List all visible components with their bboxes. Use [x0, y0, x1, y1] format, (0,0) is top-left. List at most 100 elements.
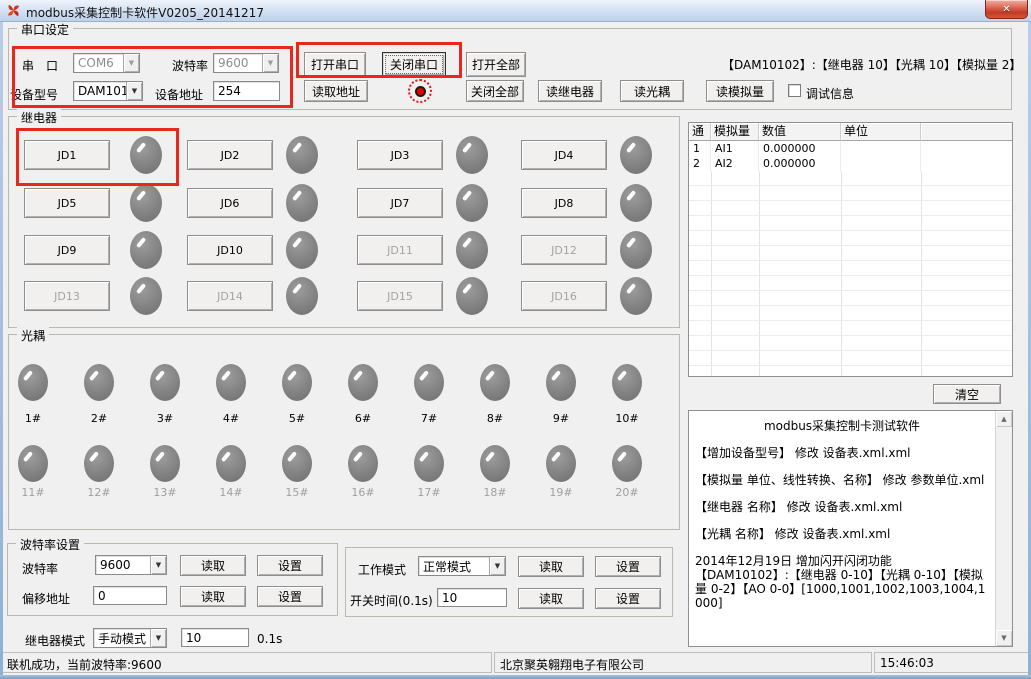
opto-indicator-13	[150, 445, 180, 482]
relay-button-jd2[interactable]: JD2	[187, 140, 273, 170]
table-header-value[interactable]: 数值	[759, 123, 841, 141]
relay-indicator-12	[620, 231, 652, 269]
switch-time-read-button[interactable]: 读取	[518, 588, 584, 609]
log-line: 【增加设备型号】 修改 设备表.xml.xml	[695, 446, 989, 460]
cell-extra	[921, 156, 1012, 171]
relay-button-jd1[interactable]: JD1	[24, 140, 110, 170]
relay-indicator-5	[130, 184, 162, 222]
relay-button-jd16: JD16	[521, 281, 607, 311]
title-bar[interactable]: modbus采集控制卡软件V0205_20141217 ✕	[0, 0, 1031, 22]
log-text[interactable]: modbus采集控制卡测试软件 【增加设备型号】 修改 设备表.xml.xml …	[689, 411, 995, 646]
read-relay-button[interactable]: 读继电器	[538, 80, 602, 102]
com-port-select[interactable]: COM6 ▼	[73, 53, 140, 73]
relay-indicator-9	[130, 231, 162, 269]
close-button[interactable]: ✕	[985, 0, 1028, 19]
baud-label: 波特率	[172, 57, 208, 74]
table-header-channel[interactable]: 通	[689, 123, 711, 141]
relay-button-jd4[interactable]: JD4	[521, 140, 607, 170]
relay-button-jd13: JD13	[24, 281, 110, 311]
work-mode-read-button[interactable]: 读取	[518, 556, 584, 577]
table-header-extra[interactable]	[921, 123, 1012, 141]
clear-log-button[interactable]: 清空	[933, 384, 1001, 404]
table-header-analog[interactable]: 模拟量	[711, 123, 759, 141]
chevron-down-icon: ▼	[126, 82, 142, 100]
opto-label-4: 4#	[213, 412, 249, 425]
close-serial-button[interactable]: 关闭串口	[382, 52, 446, 77]
opto-label-20: 20#	[609, 486, 645, 499]
relay-indicator-14	[286, 277, 318, 315]
baud-rate-select[interactable]: 9600 ▼	[213, 53, 279, 73]
open-serial-button[interactable]: 打开串口	[304, 52, 366, 77]
opto-indicator-11	[18, 445, 48, 482]
opto-indicator-7	[414, 364, 444, 401]
device-addr-input[interactable]	[213, 81, 280, 101]
opto-indicator-12	[84, 445, 114, 482]
work-mode-set-button[interactable]: 设置	[595, 556, 661, 577]
opto-label-12: 12#	[81, 486, 117, 499]
opto-label-3: 3#	[147, 412, 183, 425]
app-window: modbus采集控制卡软件V0205_20141217 ✕ 串口设定 串 口 C…	[0, 0, 1031, 679]
baud-read-button[interactable]: 读取	[180, 555, 246, 576]
baud-rate-value: 9600	[218, 56, 262, 70]
opto-indicator-15	[282, 445, 312, 482]
log-line: 【DAM10102】:【继电器 0-10】【光耦 0-10】【模拟量 0-2】【…	[695, 568, 989, 610]
relay-indicator-4	[620, 136, 652, 174]
port-label: 串 口	[22, 57, 58, 74]
table-row-ai1[interactable]: 1 AI1 0.000000	[689, 141, 1012, 156]
close-all-button[interactable]: 关闭全部	[466, 80, 524, 102]
switch-time-input[interactable]	[437, 588, 507, 607]
com-port-value: COM6	[78, 56, 123, 70]
baud-setting-select[interactable]: 9600 ▼	[95, 555, 167, 575]
relay-button-jd12: JD12	[521, 235, 607, 265]
debug-info-checkbox[interactable]	[788, 84, 801, 97]
table-header-unit[interactable]: 单位	[841, 123, 921, 141]
serial-status-led	[408, 79, 432, 103]
relay-button-jd3[interactable]: JD3	[357, 140, 443, 170]
log-line: 【继电器 名称】 修改 设备表.xml.xml	[695, 500, 989, 514]
device-model-label: 设备型号	[10, 86, 58, 103]
relay-button-jd8[interactable]: JD8	[521, 188, 607, 218]
analog-table: 通 模拟量 数值 单位 1 AI1 0.000000 2 AI2 0.00000…	[688, 122, 1013, 377]
table-row-ai2[interactable]: 2 AI2 0.000000	[689, 156, 1012, 171]
log-scrollbar[interactable]: ▲ ▼	[995, 411, 1012, 646]
device-info-text: 【DAM10102】:【继电器 10】【光耦 10】【模拟量 2】	[722, 56, 1021, 73]
offset-read-button[interactable]: 读取	[180, 586, 246, 607]
relay-button-jd15: JD15	[357, 281, 443, 311]
read-address-button[interactable]: 读取地址	[304, 80, 368, 102]
serial-group-title: 串口设定	[17, 21, 73, 38]
log-line: 【模拟量 单位、线性转换、名称】 修改 参数单位.xml	[695, 473, 989, 487]
relay-mode-time-input[interactable]	[181, 628, 249, 647]
device-model-value: DAM10102	[78, 84, 126, 98]
switch-time-set-button[interactable]: 设置	[595, 588, 661, 609]
relay-button-jd9[interactable]: JD9	[24, 235, 110, 265]
scroll-down-icon[interactable]: ▼	[996, 630, 1012, 646]
opto-indicator-10	[612, 364, 642, 401]
opto-label-16: 16#	[345, 486, 381, 499]
cell-extra	[921, 141, 1012, 156]
opto-indicator-20	[612, 445, 642, 482]
opto-label-17: 17#	[411, 486, 447, 499]
relay-indicator-10	[286, 231, 318, 269]
read-opto-button[interactable]: 读光耦	[620, 80, 684, 102]
relay-button-jd5[interactable]: JD5	[24, 188, 110, 218]
opto-indicator-1	[18, 364, 48, 401]
work-mode-select[interactable]: 正常模式 ▼	[418, 556, 506, 576]
relay-indicator-2	[286, 136, 318, 174]
open-all-button[interactable]: 打开全部	[466, 52, 526, 77]
offset-set-button[interactable]: 设置	[257, 586, 323, 607]
relay-mode-select[interactable]: 手动模式 ▼	[93, 628, 167, 648]
relay-button-jd7[interactable]: JD7	[357, 188, 443, 218]
read-analog-button[interactable]: 读模拟量	[706, 80, 774, 102]
status-bar: 联机成功，当前波特率:9600 北京聚英翱翔电子有限公司 15:46:03	[0, 651, 1031, 675]
device-addr-label: 设备地址	[155, 86, 203, 103]
relay-button-jd6[interactable]: JD6	[187, 188, 273, 218]
offset-addr-input[interactable]	[93, 586, 167, 605]
scroll-up-icon[interactable]: ▲	[996, 411, 1012, 427]
device-model-select[interactable]: DAM10102 ▼	[73, 81, 143, 101]
baud-set-button[interactable]: 设置	[257, 555, 323, 576]
relay-button-jd10[interactable]: JD10	[187, 235, 273, 265]
opto-indicator-18	[480, 445, 510, 482]
cell-value: 0.000000	[759, 156, 841, 171]
log-line: 【光耦 名称】 修改 设备表.xml.xml	[695, 527, 989, 541]
baud-group-title: 波特率设置	[16, 536, 84, 553]
